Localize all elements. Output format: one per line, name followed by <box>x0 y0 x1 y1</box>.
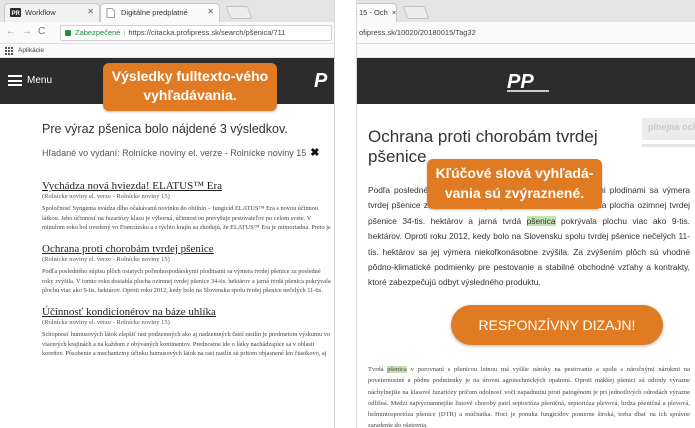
url-text: https://citacka.profipress.sk/search/pše… <box>128 28 286 37</box>
faded-sidebar-bar <box>642 144 695 147</box>
article-body: Tvrdá pšenica v porovnaní s pšenicou let… <box>368 364 690 428</box>
site-logo[interactable]: P <box>314 70 327 93</box>
tab-bar: PR Workflow ✕ Digitálne predplatné ✕ <box>0 0 334 22</box>
responsive-design-badge: RESPONZÍVNY DIZAJN! <box>451 305 663 345</box>
result-snippet: Podľa posledného súpisu plôch osiatych p… <box>42 268 331 294</box>
close-icon[interactable]: ✕ <box>87 7 94 16</box>
new-tab-button[interactable] <box>402 6 430 19</box>
browser-window-right: 15 - Och × ofipress.sk/10020/20180015/Ta… <box>356 0 695 428</box>
separator: | <box>123 28 126 37</box>
bookmarks-bar <box>357 44 695 58</box>
pr-icon: PR <box>10 8 21 17</box>
forward-arrow-icon[interactable]: → <box>22 26 32 38</box>
new-tab-button[interactable] <box>225 6 253 19</box>
lead-text: pokrývala plochu viac ako 9-tis. hektáro… <box>368 215 691 288</box>
faded-sidebar-heading: plnejna och <box>642 118 695 140</box>
close-icon[interactable]: × <box>392 8 396 17</box>
secure-label: Zabezpečené <box>75 28 121 37</box>
bookmarks-bar: Aplikácie <box>0 44 334 58</box>
menu-button[interactable]: Menu <box>27 75 52 86</box>
result-title-link[interactable]: Ochrana proti chorobám tvrdej pšenice <box>42 243 332 255</box>
tab-article[interactable]: 15 - Och × <box>357 3 397 22</box>
search-filter: Hľadané vo vydaní: Rolnícke noviny el. v… <box>42 146 332 159</box>
site-header: PP <box>357 58 695 104</box>
tab-bar: 15 - Och × <box>357 0 695 22</box>
result-source: (Rolnícke noviny el. verze - Rolnícke no… <box>42 319 170 326</box>
keyword-highlight: pšenica <box>387 366 407 373</box>
search-results: Vychádza nová hviezda! ELATUS™ Era (Roln… <box>42 180 332 369</box>
tab-digital-subscription[interactable]: Digitálne predplatné ✕ <box>100 3 220 22</box>
back-arrow-icon[interactable]: ← <box>6 26 16 38</box>
result-snippet: Schopnosť humusových látok zlepšiť rast … <box>42 331 330 357</box>
fulltext-search-badge: Výsledky fulltexto-vého vyhľadávania. <box>103 63 277 111</box>
result-title-link[interactable]: Účinnosť kondicionérov na báze uhlíka <box>42 306 332 318</box>
result-source: (Rolnícke noviny el. verze - Rolnícke no… <box>42 193 170 200</box>
site-logo[interactable]: PP <box>505 68 553 94</box>
search-result: Účinnosť kondicionérov na báze uhlíka (R… <box>42 306 332 358</box>
svg-text:PR: PR <box>12 11 21 17</box>
result-source: (Rolnícke noviny el. verze - Rolnícke no… <box>42 256 170 263</box>
close-icon[interactable]: ✕ <box>207 7 214 16</box>
keywords-highlight-badge: Kľúčové slová vyhľadá-vania sú zvýraznen… <box>427 159 602 209</box>
remove-filter-icon[interactable]: ✖ <box>310 147 319 159</box>
tab-label: Digitálne predplatné <box>121 8 188 17</box>
url-input[interactable]: Zabezpečené | https://citacka.profipress.s… <box>60 25 332 41</box>
hamburger-icon[interactable] <box>8 75 22 86</box>
keyword-highlight: pšenica <box>526 215 556 226</box>
tab-workflow[interactable]: PR Workflow ✕ <box>4 3 100 22</box>
search-result-count: Pre výraz pšenica bolo nájdené 3 výsledk… <box>42 122 288 136</box>
body-text: v porovnaní s pšenicou letnou má vyššie … <box>368 366 690 428</box>
url-input[interactable]: ofipress.sk/10020/20180015/Tag32 <box>357 22 695 44</box>
search-result: Ochrana proti chorobám tvrdej pšenice (R… <box>42 243 332 295</box>
search-summary: Pre výraz pšenica bolo nájdené 3 výsledk… <box>42 122 332 159</box>
reload-icon[interactable]: C <box>38 26 45 38</box>
result-snippet: Spoločnosť Syngenta uvádza dlho očakávan… <box>42 205 331 231</box>
body-text: Tvrdá <box>368 366 388 373</box>
lock-icon <box>65 30 71 36</box>
tab-label: 15 - Och <box>359 8 388 17</box>
apps-grid-icon[interactable] <box>5 47 13 55</box>
search-result: Vychádza nová hviezda! ELATUS™ Era (Roln… <box>42 180 332 232</box>
bookmark-apps[interactable]: Aplikácie <box>18 47 44 54</box>
result-title-link[interactable]: Vychádza nová hviezda! ELATUS™ Era <box>42 180 332 192</box>
document-icon <box>106 8 117 18</box>
filter-label: Hľadané vo vydaní: Rolnícke noviny el. v… <box>42 148 307 158</box>
svg-text:PP: PP <box>507 71 534 93</box>
tab-label: Workflow <box>25 8 56 17</box>
address-bar: ← → C Zabezpečené | https://citacka.profip… <box>0 22 334 44</box>
